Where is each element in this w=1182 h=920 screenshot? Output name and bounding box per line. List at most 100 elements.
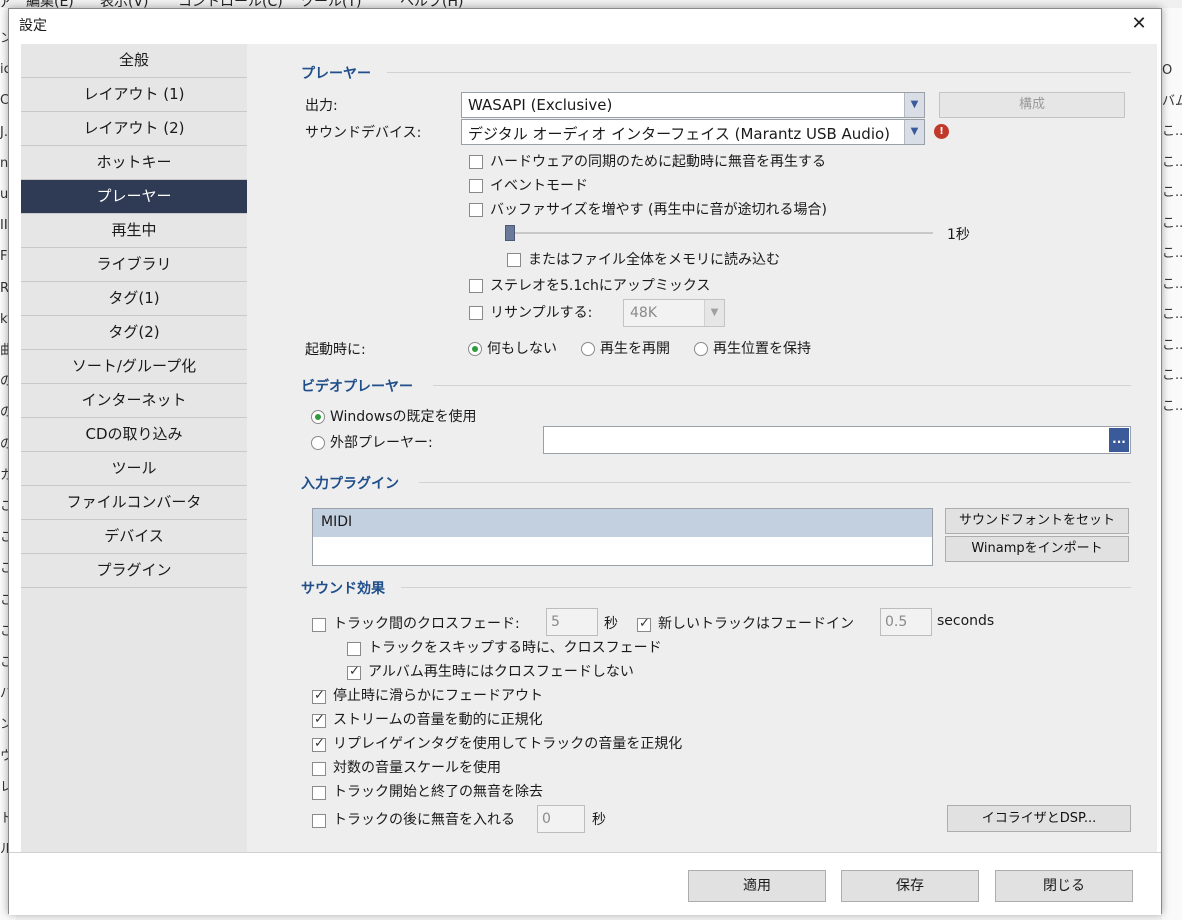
background-text-fragment: こ...	[1162, 124, 1182, 139]
buffer-label: バッファサイズを増やす (再生中に音が途切れる場合)	[490, 202, 827, 218]
startup-radio-resume[interactable]	[581, 342, 595, 356]
close-icon[interactable]: ✕	[1117, 9, 1161, 39]
sidebar-item[interactable]: タグ(2)	[21, 316, 247, 350]
hw-sync-checkbox[interactable]	[469, 155, 483, 169]
load-memory-checkbox[interactable]	[507, 253, 521, 267]
startup-option-keep-position: 再生位置を保持	[713, 341, 811, 357]
section-title-video: ビデオプレーヤー	[301, 379, 413, 395]
crossfade-input[interactable]: 5	[546, 608, 598, 636]
chevron-down-icon[interactable]: ▼	[904, 93, 924, 117]
set-soundfont-button[interactable]: サウンドフォントをセット	[945, 508, 1129, 534]
album-no-crossfade-label: アルバム再生時にはクロスフェードしない	[368, 664, 634, 680]
normalize-stream-label: ストリームの音量を動的に正規化	[333, 712, 543, 728]
external-player-input[interactable]: ...	[543, 426, 1131, 454]
list-item[interactable]: MIDI	[313, 509, 932, 537]
background-text-fragment: こ...	[1162, 246, 1182, 261]
insert-silence-checkbox[interactable]	[312, 814, 326, 828]
menu-item-view[interactable]: 表示(V)	[100, 0, 149, 8]
section-divider	[401, 587, 1131, 588]
output-select[interactable]: WASAPI (Exclusive) ▼	[461, 92, 925, 118]
fade-out-stop-label: 停止時に滑らかにフェードアウト	[333, 688, 543, 704]
sidebar-item[interactable]: ホットキー	[21, 146, 247, 180]
import-winamp-button[interactable]: Winampをインポート	[945, 536, 1129, 562]
output-select-value: WASAPI (Exclusive)	[468, 96, 613, 114]
sidebar-item[interactable]: プレーヤー	[21, 180, 247, 214]
fadein-input[interactable]: 0.5	[880, 608, 932, 636]
equalizer-dsp-button[interactable]: イコライザとDSP...	[947, 805, 1131, 832]
sound-device-value: デジタル オーディオ インターフェイス (Marantz USB Audio)	[468, 125, 891, 143]
normalize-stream-checkbox[interactable]	[312, 712, 326, 728]
sidebar-item[interactable]: ツール	[21, 452, 247, 486]
background-right-panel: O バムこ... こ... こ... こ... こ... こ... こ... こ... こ... こ…	[1162, 8, 1182, 920]
resample-value: 48K	[630, 305, 657, 321]
fadein-checkbox[interactable]	[637, 616, 651, 632]
skip-crossfade-label: トラックをスキップする時に、クロスフェード	[368, 640, 662, 656]
fade-out-stop-checkbox[interactable]	[312, 688, 326, 704]
background-text-fragment: こ...	[1162, 185, 1182, 200]
sidebar-item[interactable]: タグ(1)	[21, 282, 247, 316]
video-default-label: Windowsの既定を使用	[330, 409, 477, 425]
startup-radio-keep-position[interactable]	[694, 342, 708, 356]
sidebar-item[interactable]: CDの取り込み	[21, 418, 247, 452]
video-default-radio[interactable]	[311, 410, 325, 424]
sidebar-item[interactable]: ソート/グループ化	[21, 350, 247, 384]
sound-device-select[interactable]: デジタル オーディオ インターフェイス (Marantz USB Audio) …	[461, 119, 925, 145]
album-no-crossfade-checkbox[interactable]	[347, 664, 361, 680]
resample-label: リサンプルする:	[490, 305, 593, 321]
event-mode-checkbox[interactable]	[469, 179, 483, 193]
replaygain-checkbox[interactable]	[312, 736, 326, 752]
close-button[interactable]: 閉じる	[995, 870, 1133, 902]
save-button[interactable]: 保存	[841, 870, 979, 902]
menu-item[interactable]: ァ	[0, 0, 12, 8]
upmix-checkbox[interactable]	[469, 279, 483, 293]
chevron-down-icon[interactable]: ▼	[904, 120, 924, 144]
menu-item-control[interactable]: コントロール(C)	[178, 0, 283, 8]
sidebar-item[interactable]: インターネット	[21, 384, 247, 418]
section-divider	[419, 482, 1131, 483]
skip-crossfade-checkbox[interactable]	[347, 642, 361, 656]
insert-silence-input[interactable]: 0	[537, 805, 585, 833]
sidebar-item[interactable]: 全般	[21, 44, 247, 78]
startup-radio-nothing[interactable]	[468, 342, 482, 356]
buffer-checkbox[interactable]	[469, 203, 483, 217]
menu-item-tools[interactable]: ツール(T)	[300, 0, 361, 8]
sidebar-item[interactable]: 再生中	[21, 214, 247, 248]
resample-checkbox[interactable]	[469, 306, 483, 320]
sidebar-item[interactable]: プラグイン	[21, 554, 247, 588]
output-label: 出力:	[305, 98, 338, 114]
startup-option-resume: 再生を再開	[600, 341, 670, 357]
section-title-input-plugins: 入力プラグイン	[301, 476, 399, 492]
input-plugins-list[interactable]: MIDI	[312, 508, 933, 566]
menu-item-help[interactable]: ヘルプ(H)	[400, 0, 463, 8]
resample-select[interactable]: 48K ▼	[623, 299, 725, 327]
background-text-fragment: こ...	[1162, 215, 1182, 231]
video-external-radio[interactable]	[311, 436, 325, 450]
background-menubar: ァ 編集(E) 表示(V) コントロール(C) ツール(T) ヘルプ(H)	[0, 0, 1182, 8]
plugin-name: MIDI	[321, 514, 353, 530]
crossfade-checkbox[interactable]	[312, 618, 326, 632]
sidebar-item[interactable]: ライブラリ	[21, 248, 247, 282]
background-text-fragment: こ...	[1162, 368, 1182, 383]
event-mode-label: イベントモード	[490, 178, 588, 194]
log-volume-label: 対数の音量スケールを使用	[333, 760, 501, 776]
load-memory-label: またはファイル全体をメモリに読み込む	[528, 252, 780, 268]
menu-item-edit[interactable]: 編集(E)	[26, 0, 74, 8]
video-external-label: 外部プレーヤー:	[330, 435, 433, 451]
remove-silence-label: トラック開始と終了の無音を除去	[333, 784, 543, 800]
sidebar-item[interactable]: デバイス	[21, 520, 247, 554]
sidebar-item[interactable]: レイアウト (2)	[21, 112, 247, 146]
background-text-fragment: こ...	[1162, 154, 1182, 170]
dialog-title: 設定	[19, 18, 47, 34]
buffer-slider-track[interactable]	[505, 232, 933, 234]
apply-button[interactable]: 適用	[688, 870, 826, 902]
remove-silence-checkbox[interactable]	[312, 786, 326, 800]
browse-button[interactable]: ...	[1109, 428, 1129, 452]
configure-button[interactable]: 構成	[939, 92, 1125, 118]
sidebar-item[interactable]: ファイルコンバータ	[21, 486, 247, 520]
chevron-down-icon[interactable]: ▼	[704, 300, 724, 326]
log-volume-checkbox[interactable]	[312, 762, 326, 776]
settings-content: プレーヤー 出力: WASAPI (Exclusive) ▼ 構成 サウンドデバ…	[247, 44, 1157, 852]
buffer-slider-thumb[interactable]	[505, 225, 515, 241]
sound-device-label: サウンドデバイス:	[305, 125, 422, 141]
sidebar-item[interactable]: レイアウト (1)	[21, 78, 247, 112]
